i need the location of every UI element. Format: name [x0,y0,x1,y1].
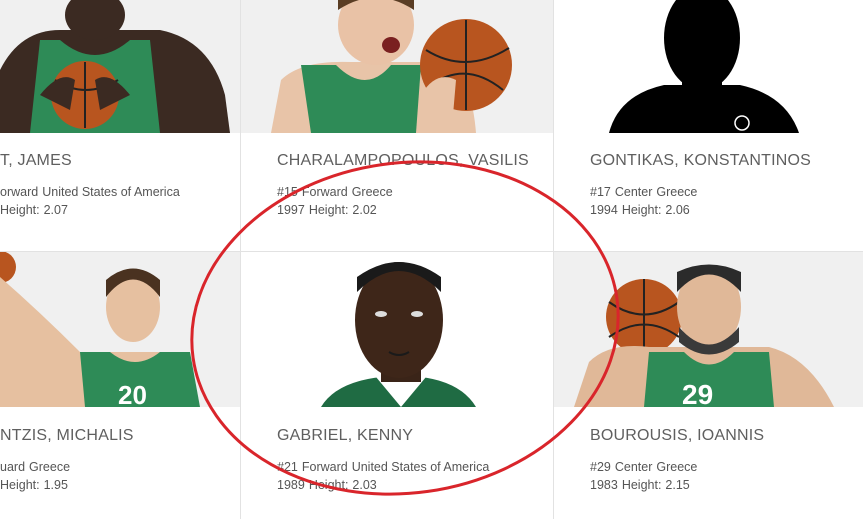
player-meta: #29 Center Greece [590,458,701,476]
player-position: Forward [301,460,348,474]
player-height: 2.15 [665,478,690,492]
player-country: Greece [351,185,393,199]
player-country: Greece [656,185,698,199]
player-meta-2: Height: 2.07 [0,201,72,219]
player-card[interactable]: T, JAMES orward United States of America … [0,0,240,251]
height-label: Height: [621,203,662,217]
player-name[interactable]: NTZIS, MICHALIS [0,427,134,445]
jersey-number: 20 [118,380,147,407]
player-height: 2.02 [352,203,377,217]
player-number: #29 [590,460,611,474]
player-height: 2.07 [43,203,68,217]
player-photo[interactable] [241,0,553,133]
player-meta: #15 Forward Greece [277,183,397,201]
player-year: 1994 [590,203,618,217]
player-position: orward [0,185,39,199]
jersey-number: 29 [682,379,713,407]
player-country: United States of America [351,460,490,474]
player-meta-2: 1994 Height: 2.06 [590,201,694,219]
player-photo[interactable] [241,252,553,407]
player-country: Greece [29,460,71,474]
player-meta-2: 1983 Height: 2.15 [590,476,694,494]
height-label: Height: [0,478,40,492]
player-photo[interactable]: 29 [554,252,863,407]
player-position: Forward [301,185,348,199]
player-number: #17 [590,185,611,199]
player-meta: #21 Forward United States of America [277,458,493,476]
player-country: United States of America [42,185,180,199]
player-year: 1997 [277,203,305,217]
player-card[interactable]: 20 NTZIS, MICHALIS uard Greece Height: 1.9… [0,252,240,519]
player-name[interactable]: CHARALAMPOPOULOS, VASILIS [277,152,529,170]
player-name[interactable]: T, JAMES [0,152,72,170]
player-number: #15 [277,185,298,199]
player-meta-2: Height: 1.95 [0,476,72,494]
player-height: 2.06 [665,203,690,217]
player-position: Center [614,185,653,199]
player-height: 1.95 [43,478,68,492]
player-name[interactable]: GABRIEL, KENNY [277,427,413,445]
player-year: 1989 [277,478,305,492]
player-year: 1983 [590,478,618,492]
player-card[interactable]: 29 BOUROUSIS, IOANNIS #29 Center Greece 19… [554,252,863,519]
player-position: uard [0,460,26,474]
player-card[interactable]: GABRIEL, KENNY #21 Forward United States o… [241,252,553,519]
height-label: Height: [308,478,349,492]
height-label: Height: [0,203,40,217]
player-name[interactable]: BOUROUSIS, IOANNIS [590,427,764,445]
player-card[interactable]: CHARALAMPOPOULOS, VASILIS #15 Forward Gree… [241,0,553,251]
player-photo[interactable] [0,0,240,133]
player-number: #21 [277,460,298,474]
player-height: 2.03 [352,478,377,492]
player-meta-2: 1997 Height: 2.02 [277,201,381,219]
player-meta: orward United States of America [0,183,184,201]
player-card[interactable]: GONTIKAS, KONSTANTINOS #17 Center Greece 1… [554,0,863,251]
height-label: Height: [621,478,662,492]
height-label: Height: [308,203,349,217]
player-photo[interactable] [554,0,863,133]
player-photo[interactable]: 20 [0,252,240,407]
player-meta-2: 1989 Height: 2.03 [277,476,381,494]
player-grid: T, JAMES orward United States of America … [0,0,863,519]
player-meta: #17 Center Greece [590,183,701,201]
player-country: Greece [656,460,698,474]
player-name[interactable]: GONTIKAS, KONSTANTINOS [590,152,811,170]
player-meta: uard Greece [0,458,74,476]
player-position: Center [614,460,653,474]
